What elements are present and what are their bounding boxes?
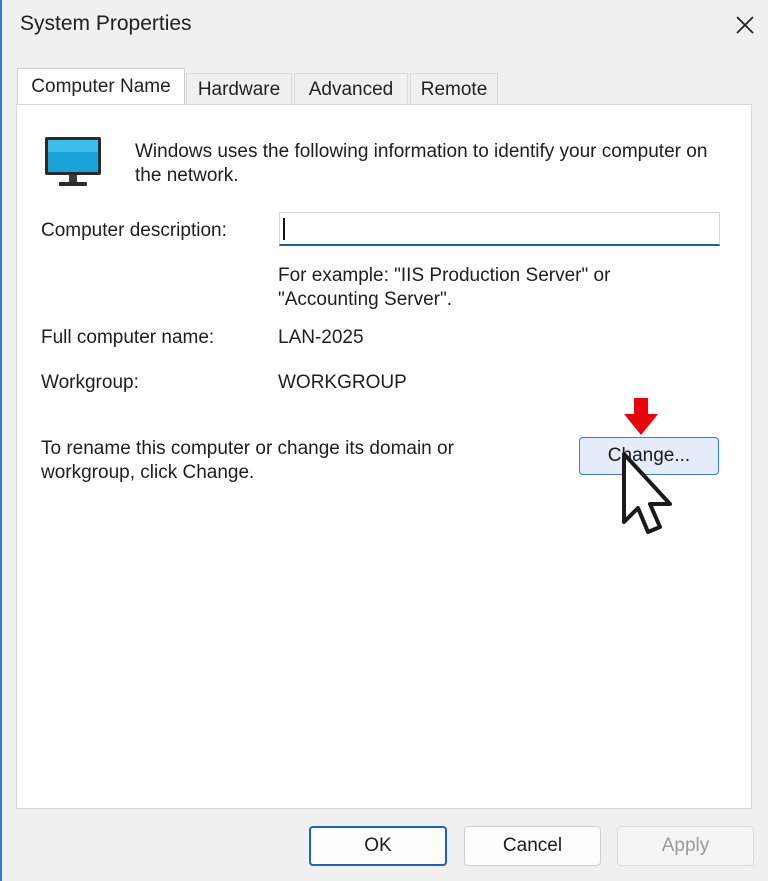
example-text: For example: "IIS Production Server" or … xyxy=(278,265,611,310)
full-computer-name-label: Full computer name: xyxy=(41,327,215,348)
computer-name-panel: Windows uses the following information t… xyxy=(16,104,752,809)
tab-advanced[interactable]: Advanced xyxy=(294,73,408,105)
rename-instructions: To rename this computer or change its do… xyxy=(41,438,454,483)
title-bar: System Properties xyxy=(2,0,768,52)
intro-text: Windows uses the following information t… xyxy=(135,141,708,186)
full-computer-name-value: LAN-2025 xyxy=(278,327,364,348)
computer-description-label: Computer description: xyxy=(41,220,227,241)
close-button[interactable] xyxy=(722,0,768,50)
workgroup-label: Workgroup: xyxy=(41,372,139,393)
monitor-icon xyxy=(45,137,101,186)
workgroup-value: WORKGROUP xyxy=(278,372,407,393)
window-title: System Properties xyxy=(20,12,192,35)
tab-hardware[interactable]: Hardware xyxy=(186,73,292,105)
ok-button[interactable]: OK xyxy=(309,826,447,866)
text-caret xyxy=(283,218,285,240)
tab-remote[interactable]: Remote xyxy=(410,73,498,105)
cancel-button[interactable]: Cancel xyxy=(464,826,601,866)
apply-button[interactable]: Apply xyxy=(617,826,754,866)
tab-computer-name[interactable]: Computer Name xyxy=(17,68,185,104)
close-icon xyxy=(736,16,754,34)
computer-description-input[interactable] xyxy=(279,212,720,246)
window-edge xyxy=(0,0,2,881)
change-button[interactable]: Change... xyxy=(579,437,719,475)
